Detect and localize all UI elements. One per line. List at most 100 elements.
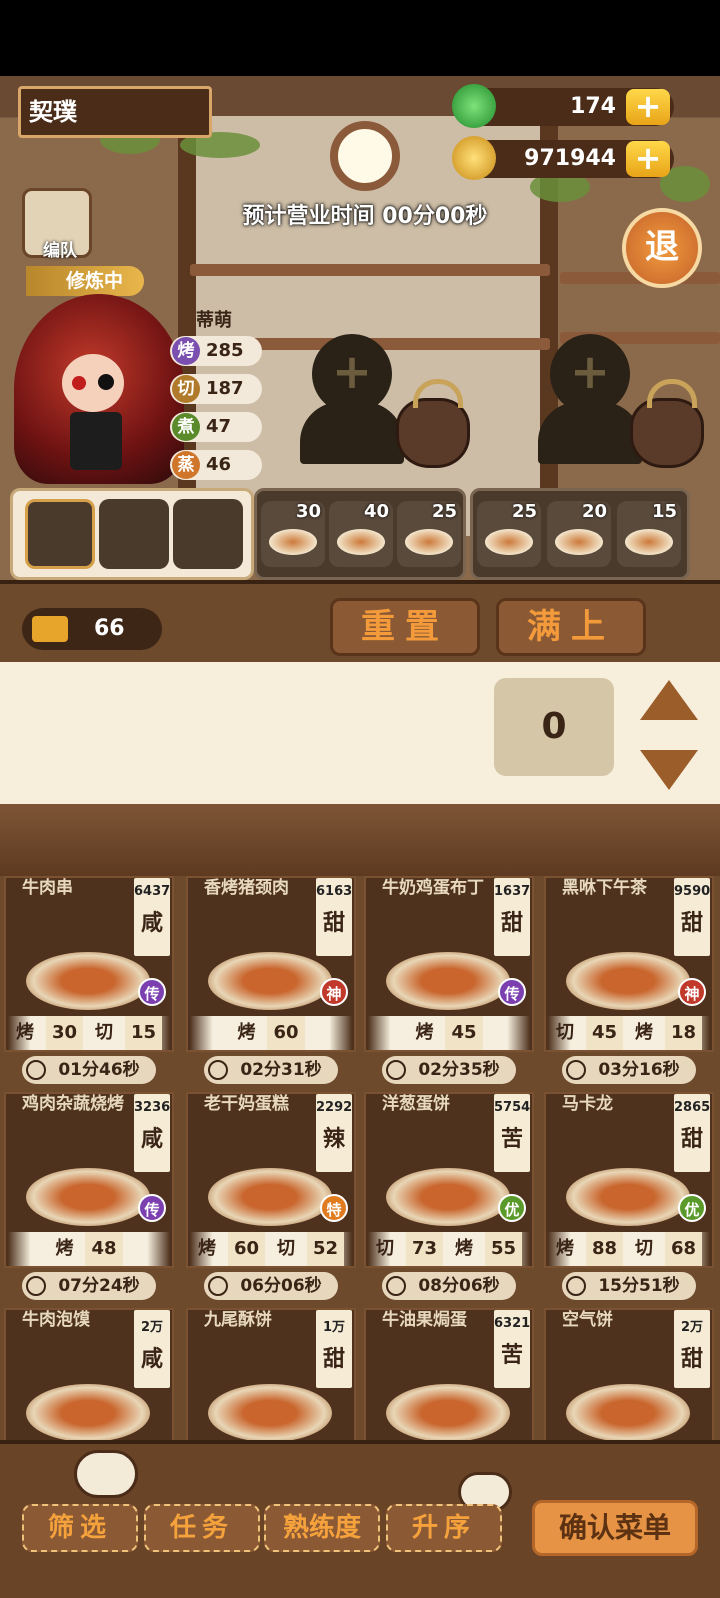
dish-name: 牛油果焗蛋 [382, 1310, 467, 1330]
clock-icon [208, 1276, 228, 1296]
empty-dish-slot[interactable] [99, 499, 169, 569]
dish-slots-group-1 [10, 488, 254, 580]
dish-name: 鸡肉杂蔬烧烤 [22, 1094, 124, 1114]
dish-card[interactable]: 老干妈蛋糕 2292 辣特烤 60 切 52 06分06秒 [186, 1092, 356, 1302]
dish-flavor: 甜 [680, 911, 703, 936]
dish-card[interactable]: 牛奶鸡蛋布丁 1637 甜传烤 45 02分35秒 [364, 876, 534, 1086]
dish-card[interactable]: 洋葱蛋饼 5754 苦优切 73 烤 55 08分06秒 [364, 1092, 534, 1302]
dish-flavor: 咸 [140, 911, 163, 936]
dish-card[interactable]: 马卡龙 2865 甜优烤 88 切 68 15分51秒 [544, 1092, 714, 1302]
dish-card[interactable]: 九尾酥饼 1万甜 [186, 1308, 356, 1440]
skill-value: 88 [585, 1232, 623, 1266]
team-button[interactable]: 编队 [22, 188, 92, 261]
dish-card[interactable]: 牛肉串 6437 咸传烤 30 切 15 01分46秒 [4, 876, 174, 1086]
confirm-menu-button[interactable]: 确认菜单 [532, 1500, 698, 1556]
dish-card[interactable]: 牛油果焗蛋 6321 苦 [364, 1308, 534, 1440]
dish-slot[interactable]: 25 [397, 501, 461, 567]
dish-name: 老干妈蛋糕 [204, 1094, 289, 1114]
jade-amount: 174 [570, 94, 616, 119]
fill-button[interactable]: 满上 [496, 598, 646, 656]
chef-stat-steam: 蒸 46 [170, 450, 262, 480]
dish-card[interactable]: 黑咻下午茶 9590 甜神切 45 烤 18 03分16秒 [544, 876, 714, 1086]
roast-skill-icon: 烤 [172, 337, 200, 365]
price-tag: 2万咸 [134, 1310, 170, 1388]
cook-time: 08分06秒 [382, 1272, 516, 1300]
dish-slot[interactable]: 25 [477, 501, 541, 567]
dish-slot[interactable]: 40 [329, 501, 393, 567]
teapot-decoration [396, 379, 470, 468]
reset-button[interactable]: 重置 [330, 598, 480, 656]
clock-icon [386, 1276, 406, 1296]
dish-flavor: 苦 [500, 1343, 523, 1368]
dish-flavor: 苦 [500, 1127, 523, 1152]
price-tag: 2万甜 [674, 1310, 710, 1388]
skill-value: 73 [405, 1232, 443, 1266]
dish-grade-badge: 神 [678, 978, 706, 1006]
dish-card[interactable]: 牛肉泡馍 2万咸 [4, 1308, 174, 1440]
dish-slots-group-2: 30 40 25 [254, 488, 466, 580]
training-status-badge: 修炼中 [26, 266, 144, 296]
coin-currency: 971944 + [452, 136, 674, 180]
dish-card[interactable]: 香烤猪颈肉 6163 甜神烤 60 02分31秒 [186, 876, 356, 1086]
empty-dish-slot[interactable] [173, 499, 243, 569]
dish-price: 6321 [494, 1316, 531, 1331]
dish-image [386, 1168, 510, 1226]
dish-image [26, 1168, 150, 1226]
clear-filter-icon[interactable] [74, 1450, 138, 1498]
dish-image [26, 1384, 150, 1440]
teapot-decoration [630, 379, 704, 468]
dish-skill-requirements: 切 73 烤 55 [368, 1232, 530, 1266]
cook-time-value: 15分51秒 [598, 1276, 680, 1296]
dish-image [386, 952, 510, 1010]
empty-chef-slot-2[interactable]: + [292, 334, 412, 464]
clock-icon [26, 1060, 46, 1080]
price-tag: 3236 咸 [134, 1094, 170, 1172]
ticket-count: 66 [94, 616, 125, 641]
add-coins-button[interactable]: + [626, 141, 670, 177]
decrease-arrow-icon[interactable] [640, 750, 698, 790]
dish-skill-requirements: 烤 45 [368, 1016, 530, 1050]
skill-value: 60 [227, 1232, 265, 1266]
skill-name: 烤 [415, 1022, 434, 1043]
dish-flavor: 甜 [322, 1347, 345, 1372]
plus-icon: + [569, 344, 611, 400]
add-jade-button[interactable]: + [626, 89, 670, 125]
dish-skill-requirements: 烤 60 切 52 [190, 1232, 352, 1266]
ticket-counter: 66 [22, 608, 162, 650]
cook-time-value: 01分46秒 [58, 1060, 140, 1080]
chef-avatar[interactable] [14, 294, 184, 484]
skill-value: 60 [267, 1016, 305, 1050]
jade-currency: 174 + [452, 84, 674, 128]
dish-card[interactable]: 空气饼 2万甜 [544, 1308, 714, 1440]
exit-button[interactable]: 退 [622, 208, 702, 288]
cook-time-value: 07分24秒 [58, 1276, 140, 1296]
grid-header-wood [0, 804, 720, 876]
skill-name: 切 [555, 1022, 574, 1043]
dish-card[interactable]: 鸡肉杂蔬烧烤 3236 咸传烤 48 07分24秒 [4, 1092, 174, 1302]
dish-slot[interactable]: 20 [547, 501, 611, 567]
price-tag: 6321 苦 [494, 1310, 530, 1388]
dish-image [386, 1384, 510, 1440]
dish-slot[interactable]: 15 [617, 501, 681, 567]
dish-image [208, 952, 332, 1010]
dish-flavor: 甜 [680, 1347, 703, 1372]
dish-slot[interactable]: 30 [261, 501, 325, 567]
empty-dish-slot[interactable] [25, 499, 95, 569]
quantity-panel: 0 [0, 662, 720, 804]
cook-time-value: 02分35秒 [418, 1060, 500, 1080]
dish-flavor: 甜 [500, 911, 523, 936]
proficiency-button[interactable]: 熟练度 [264, 1504, 380, 1552]
dish-price: 2万 [680, 1320, 704, 1335]
ticket-icon [32, 616, 68, 642]
dish-count: 25 [511, 501, 537, 522]
skill-name: 烤 [15, 1022, 34, 1043]
clock-icon [566, 1276, 586, 1296]
cook-time: 06分06秒 [204, 1272, 338, 1300]
dish-skill-requirements: 烤 60 [190, 1016, 352, 1050]
skill-name: 烤 [635, 1022, 653, 1043]
task-button[interactable]: 任务 [144, 1504, 260, 1552]
price-tag: 6163 甜 [316, 878, 352, 956]
filter-button[interactable]: 筛选 [22, 1504, 138, 1552]
increase-arrow-icon[interactable] [640, 680, 698, 720]
sort-button[interactable]: 升序 [386, 1504, 502, 1552]
